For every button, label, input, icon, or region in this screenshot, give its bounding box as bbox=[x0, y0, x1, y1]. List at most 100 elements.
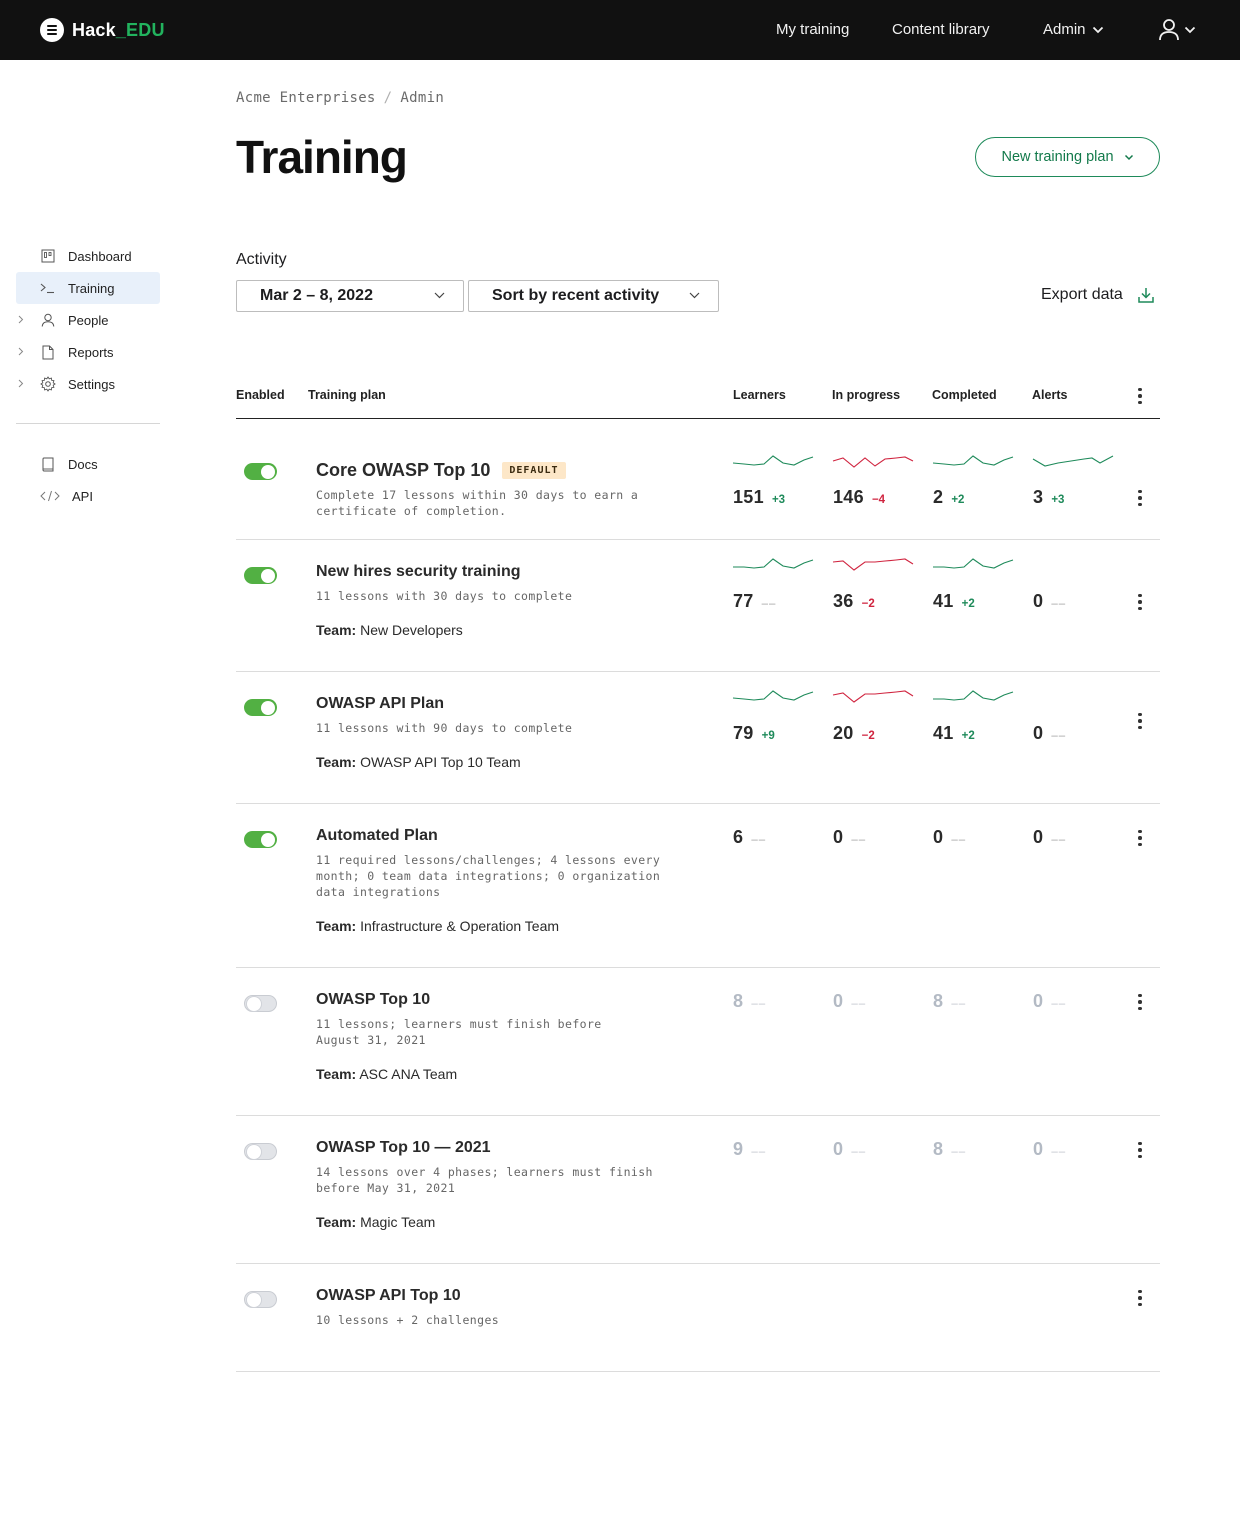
enabled-toggle[interactable] bbox=[244, 1291, 277, 1308]
breadcrumb-separator: / bbox=[383, 90, 393, 106]
row-options-kebab-icon[interactable] bbox=[1130, 992, 1150, 1012]
table-row: OWASP Top 10 — 2021 14 lessons over 4 ph… bbox=[236, 1116, 1160, 1264]
sidebar-item-reports[interactable]: Reports bbox=[16, 336, 160, 368]
enabled-toggle[interactable] bbox=[244, 1143, 277, 1160]
learners-metric: 6 –– bbox=[733, 827, 766, 848]
user-menu[interactable] bbox=[1158, 18, 1196, 42]
chevron-down-icon bbox=[1092, 26, 1103, 33]
in-progress-metric: 20 −2 bbox=[833, 723, 875, 744]
plan-name[interactable]: OWASP API Plan bbox=[316, 695, 444, 713]
plan-name[interactable]: Automated Plan bbox=[316, 827, 438, 845]
row-options-kebab-icon[interactable] bbox=[1130, 592, 1150, 612]
table-row: OWASP API Plan 11 lessons with 90 days t… bbox=[236, 672, 1160, 804]
metric-value: 0 bbox=[833, 827, 844, 847]
sidebar-divider bbox=[16, 423, 160, 424]
completed-sparkline bbox=[933, 690, 1014, 701]
app-logo[interactable]: Hack_EDU bbox=[40, 18, 165, 42]
metric-delta: −4 bbox=[871, 494, 886, 506]
sidebar-item-settings[interactable]: Settings bbox=[16, 368, 160, 400]
metric-value: 0 bbox=[833, 1139, 844, 1159]
plan-name[interactable]: Core OWASP Top 10 DEFAULT bbox=[316, 460, 566, 481]
row-options-kebab-icon[interactable] bbox=[1130, 711, 1150, 731]
breadcrumb-item[interactable]: Acme Enterprises bbox=[236, 90, 376, 106]
gear-icon bbox=[40, 376, 56, 392]
metric-delta: –– bbox=[1051, 834, 1067, 846]
metric-value: 0 bbox=[1033, 827, 1044, 847]
sidebar-item-dashboard[interactable]: Dashboard bbox=[16, 240, 160, 272]
export-data-button[interactable]: Export data bbox=[1041, 286, 1155, 304]
sidebar-item-people[interactable]: People bbox=[16, 304, 160, 336]
nav-admin-label: Admin bbox=[1043, 21, 1086, 38]
nav-admin-menu[interactable]: Admin bbox=[1043, 21, 1104, 38]
person-icon bbox=[40, 312, 56, 328]
metric-delta: +3 bbox=[771, 494, 786, 506]
enabled-toggle[interactable] bbox=[244, 995, 277, 1012]
terminal-icon bbox=[40, 280, 56, 296]
sidebar: Dashboard Training People Reports Settin… bbox=[16, 240, 160, 512]
alerts-metric: 0 –– bbox=[1033, 991, 1066, 1012]
completed-metric: 8 –– bbox=[933, 1139, 966, 1160]
plan-name[interactable]: OWASP Top 10 bbox=[316, 991, 430, 1009]
metric-value: 3 bbox=[1033, 487, 1044, 507]
sidebar-item-api[interactable]: API bbox=[16, 480, 160, 512]
plan-name-text: OWASP Top 10 bbox=[316, 991, 431, 1008]
row-options-kebab-icon[interactable] bbox=[1130, 1288, 1150, 1308]
enabled-toggle[interactable] bbox=[244, 831, 277, 848]
nav-content-library[interactable]: Content library bbox=[892, 21, 990, 38]
row-options-kebab-icon[interactable] bbox=[1130, 828, 1150, 848]
plan-name[interactable]: OWASP Top 10 — 2021 bbox=[316, 1139, 491, 1157]
metric-value: 41 bbox=[933, 591, 954, 611]
table-row: OWASP Top 10 11 lessons; learners must f… bbox=[236, 968, 1160, 1116]
sidebar-item-docs[interactable]: Docs bbox=[16, 448, 160, 480]
plan-name[interactable]: OWASP API Top 10 bbox=[316, 1287, 461, 1305]
metric-value: 6 bbox=[733, 827, 744, 847]
learners-metric: 9 –– bbox=[733, 1139, 766, 1160]
metric-delta: –– bbox=[761, 598, 777, 610]
metric-value: 151 bbox=[733, 487, 764, 507]
completed-sparkline bbox=[933, 558, 1014, 569]
chevron-right-icon[interactable] bbox=[18, 315, 24, 324]
enabled-toggle[interactable] bbox=[244, 567, 277, 584]
sort-select[interactable]: Sort by recent activity bbox=[468, 280, 719, 312]
enabled-toggle[interactable] bbox=[244, 463, 277, 480]
row-options-kebab-icon[interactable] bbox=[1130, 1140, 1150, 1160]
plan-description: 11 lessons with 90 days to complete bbox=[316, 721, 573, 735]
row-options-kebab-icon[interactable] bbox=[1130, 488, 1150, 508]
page-title: Training bbox=[236, 131, 408, 183]
date-range-select[interactable]: Mar 2 – 8, 2022 bbox=[236, 280, 464, 312]
plan-name-text: OWASP API Top 10 bbox=[316, 1287, 461, 1304]
metric-delta: –– bbox=[1051, 1146, 1067, 1158]
alerts-sparkline bbox=[1032, 455, 1114, 467]
dashboard-icon bbox=[40, 248, 56, 264]
metric-delta: +3 bbox=[1051, 494, 1065, 506]
chevron-right-icon[interactable] bbox=[18, 347, 24, 356]
column-header-completed: Completed bbox=[932, 388, 997, 402]
chevron-right-icon[interactable] bbox=[18, 379, 24, 388]
user-icon bbox=[1159, 19, 1179, 41]
learners-metric: 77 –– bbox=[733, 591, 776, 612]
sidebar-item-training[interactable]: Training bbox=[16, 272, 160, 304]
team-label: Team: bbox=[316, 1066, 357, 1082]
download-icon bbox=[1138, 288, 1154, 303]
team-label: Team: bbox=[316, 918, 357, 934]
new-training-plan-button[interactable]: New training plan bbox=[975, 137, 1160, 177]
logo-icon bbox=[40, 18, 64, 42]
new-training-plan-label: New training plan bbox=[1001, 149, 1114, 165]
table-row: OWASP API Top 10 10 lessons + 2 challeng… bbox=[236, 1264, 1160, 1372]
in-progress-metric: 36 −2 bbox=[833, 591, 875, 612]
alerts-metric: 0 –– bbox=[1033, 1139, 1066, 1160]
metric-delta: –– bbox=[951, 998, 967, 1010]
table-options-kebab-icon[interactable] bbox=[1130, 386, 1150, 406]
breadcrumb-item[interactable]: Admin bbox=[400, 90, 444, 106]
nav-my-training[interactable]: My training bbox=[776, 21, 849, 38]
metric-value: 0 bbox=[833, 991, 844, 1011]
in-progress-sparkline bbox=[832, 456, 914, 468]
alerts-metric: 0 –– bbox=[1033, 591, 1066, 612]
completed-sparkline bbox=[932, 455, 1014, 466]
column-header-enabled: Enabled bbox=[236, 388, 285, 402]
enabled-toggle[interactable] bbox=[244, 699, 277, 716]
metric-delta: –– bbox=[851, 834, 867, 846]
plan-name[interactable]: New hires security training bbox=[316, 563, 521, 581]
in-progress-sparkline bbox=[832, 690, 914, 703]
plan-description: Complete 17 lessons within 30 days to ea… bbox=[316, 488, 639, 518]
